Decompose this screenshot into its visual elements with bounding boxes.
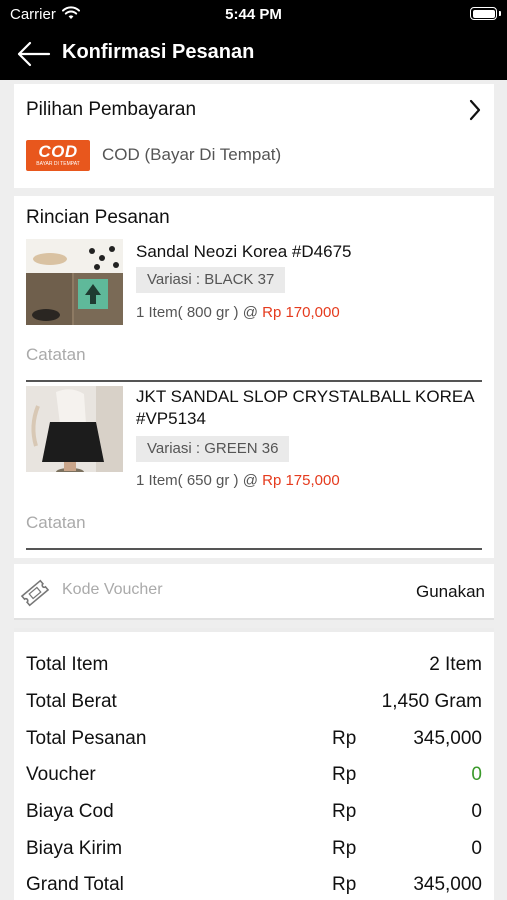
summary-row-total-weight: Total Berat 1,450 Gram xyxy=(26,691,482,717)
summary-currency: Rp xyxy=(332,801,357,822)
summary-value: 345,000 xyxy=(413,874,482,895)
summary-row-total-order: Total Pesanan Rp 345,000 xyxy=(26,728,482,754)
voucher-code-input[interactable] xyxy=(62,581,302,599)
summary-row-total-item: Total Item 2 Item xyxy=(26,654,482,680)
product-name: Sandal Neozi Korea #D4675 xyxy=(136,242,352,261)
order-details-card: Rincian Pesanan Sandal Neozi Korea #D467… xyxy=(14,196,494,558)
page-title: Konfirmasi Pesanan xyxy=(62,41,255,63)
back-arrow-icon[interactable] xyxy=(16,40,52,68)
order-summary-card: Total Item 2 Item Total Berat 1,450 Gram… xyxy=(14,628,494,900)
note-input[interactable]: Catatan xyxy=(26,513,86,533)
summary-currency: Rp xyxy=(332,764,357,785)
product-variant: Variasi : BLACK 37 xyxy=(136,267,286,293)
chevron-right-icon[interactable] xyxy=(468,98,482,127)
cod-logo-text: COD xyxy=(38,142,78,161)
voucher-row: Gunakan xyxy=(14,564,494,620)
product-name: JKT SANDAL SLOP CRYSTALBALL KOREA #VP513… xyxy=(136,387,474,428)
summary-value: 0 xyxy=(471,801,482,822)
item-price: Rp 170,000 xyxy=(262,304,340,321)
product-quantity-price: 1 Item( 650 gr ) @ Rp 175,000 xyxy=(136,472,340,489)
summary-label: Total Item xyxy=(26,654,109,675)
product-quantity-price: 1 Item( 800 gr ) @ Rp 170,000 xyxy=(136,304,340,321)
status-bar: Carrier 5:44 PM xyxy=(0,0,507,28)
product-image xyxy=(26,386,123,472)
summary-value: 2 Item xyxy=(429,654,482,675)
apply-voucher-button[interactable]: Gunakan xyxy=(416,582,485,602)
note-underline xyxy=(26,548,482,550)
cod-logo-subtext: BAYAR DI TEMPAT xyxy=(36,161,80,167)
order-details-heading: Rincian Pesanan xyxy=(26,207,170,228)
order-item: Sandal Neozi Korea #D4675 Variasi : BLAC… xyxy=(26,239,482,409)
product-image xyxy=(26,239,123,325)
summary-value: 1,450 Gram xyxy=(381,691,482,712)
payment-option-card[interactable]: Pilihan Pembayaran COD BAYAR DI TEMPAT C… xyxy=(14,84,494,188)
summary-value: 0 xyxy=(471,764,482,785)
item-price: Rp 175,000 xyxy=(262,472,340,489)
summary-label: Biaya Kirim xyxy=(26,838,123,859)
voucher-ticket-icon xyxy=(19,578,51,613)
summary-currency: Rp xyxy=(332,874,357,895)
summary-row-grand-total: Grand Total Rp 345,000 xyxy=(26,874,482,900)
summary-label: Total Pesanan xyxy=(26,728,147,749)
summary-row-voucher: Voucher Rp 0 xyxy=(26,764,482,790)
summary-row-shipping-fee: Biaya Kirim Rp 0 xyxy=(26,838,482,864)
summary-row-cod-fee: Biaya Cod Rp 0 xyxy=(26,801,482,827)
cod-logo: COD BAYAR DI TEMPAT xyxy=(26,140,90,171)
note-input[interactable]: Catatan xyxy=(26,345,86,365)
summary-label: Voucher xyxy=(26,764,96,785)
payment-method-text: COD (Bayar Di Tempat) xyxy=(102,145,282,164)
summary-value: 0 xyxy=(471,838,482,859)
order-item: JKT SANDAL SLOP CRYSTALBALL KOREA #VP513… xyxy=(26,386,482,556)
summary-label: Total Berat xyxy=(26,691,117,712)
clock: 5:44 PM xyxy=(225,6,282,23)
summary-label: Grand Total xyxy=(26,874,124,895)
product-variant: Variasi : GREEN 36 xyxy=(136,436,290,462)
nav-bar: Konfirmasi Pesanan xyxy=(0,28,507,80)
summary-label: Biaya Cod xyxy=(26,801,114,822)
payment-option-label: Pilihan Pembayaran xyxy=(26,99,197,120)
battery-icon xyxy=(470,7,501,20)
quantity-weight: 1 Item( 650 gr ) @ xyxy=(136,472,258,489)
summary-value: 345,000 xyxy=(413,728,482,749)
summary-currency: Rp xyxy=(332,728,357,749)
quantity-weight: 1 Item( 800 gr ) @ xyxy=(136,304,258,321)
summary-currency: Rp xyxy=(332,838,357,859)
note-underline xyxy=(26,380,482,382)
